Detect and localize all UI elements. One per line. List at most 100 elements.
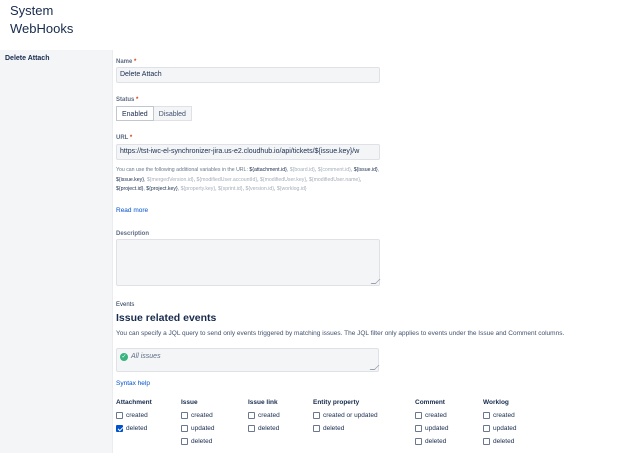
page-title: System WebHooks — [10, 2, 73, 38]
checkbox[interactable] — [248, 412, 255, 419]
column-title: Issue link — [248, 399, 278, 406]
url-variable: ${comment.id} — [317, 167, 351, 173]
url-input[interactable]: https://tst-iwc-el-synchronizer-jira.us-… — [116, 144, 380, 160]
status-disabled-button[interactable]: Disabled — [153, 106, 192, 121]
checkbox[interactable] — [181, 412, 188, 419]
event-checkbox-row[interactable]: created — [248, 409, 280, 422]
name-label-text: Name — [116, 59, 133, 65]
checkbox[interactable] — [483, 412, 490, 419]
event-column-comment: Comment created updated deleted — [415, 399, 449, 448]
url-label: URL * — [116, 135, 132, 141]
event-checkbox-row[interactable]: updated — [181, 422, 215, 435]
event-column-entity-property: Entity property created or updated delet… — [313, 399, 378, 435]
event-checkbox-row[interactable]: created or updated — [313, 409, 378, 422]
column-title: Comment — [415, 399, 445, 406]
name-required-marker: * — [134, 59, 137, 65]
event-checkbox-row[interactable]: created — [415, 409, 449, 422]
checkbox[interactable] — [415, 412, 422, 419]
checkbox-label: updated — [191, 425, 215, 432]
checkbox[interactable] — [313, 412, 320, 419]
event-checkbox-row[interactable]: updated — [415, 422, 449, 435]
checkbox-label: deleted — [425, 438, 447, 445]
checkbox[interactable] — [248, 425, 255, 432]
resize-handle-icon[interactable] — [369, 365, 380, 370]
event-checkbox-row[interactable]: updated — [483, 422, 517, 435]
checkbox-label: deleted — [323, 425, 345, 432]
url-variable: ${modifiedUser.key} — [259, 176, 307, 183]
checkbox[interactable] — [313, 425, 320, 432]
sidebar: Delete Attach — [0, 50, 113, 453]
event-checkbox-row[interactable]: deleted — [116, 422, 152, 435]
read-more-link[interactable]: Read more — [116, 207, 148, 214]
url-variable: ${project.key} — [146, 186, 178, 192]
jql-value: All issues — [131, 353, 161, 360]
checkbox[interactable] — [181, 438, 188, 445]
event-checkbox-row[interactable]: created — [483, 409, 517, 422]
url-help-text: You can use the following additional var… — [116, 167, 380, 192]
event-checkbox-row[interactable]: created — [116, 409, 152, 422]
checkbox-label: created or updated — [323, 412, 378, 419]
status-toggle: Enabled Disabled — [116, 106, 192, 121]
status-label-text: Status — [116, 97, 135, 103]
status-enabled-button[interactable]: Enabled — [116, 106, 154, 121]
event-checkbox-row[interactable]: created — [181, 409, 215, 422]
name-label: Name * — [116, 59, 136, 65]
url-variable: ${issue.id} — [353, 167, 378, 173]
url-variable: ${modifiedUser.accountId} — [196, 176, 258, 183]
checkbox-label: created — [191, 412, 213, 419]
checkbox-label: deleted — [126, 425, 148, 432]
issue-events-heading: Issue related events — [116, 312, 217, 324]
checkbox[interactable] — [483, 425, 490, 432]
checkbox-label: updated — [425, 425, 449, 432]
event-checkbox-row[interactable]: deleted — [415, 435, 449, 448]
event-checkbox-row[interactable]: deleted — [181, 435, 215, 448]
checkbox-label: deleted — [258, 425, 280, 432]
description-textarea[interactable] — [116, 239, 381, 286]
checkbox-label: deleted — [493, 438, 515, 445]
column-title: Worklog — [483, 399, 509, 406]
event-column-issue: Issue created updated deleted — [181, 399, 215, 448]
checkbox[interactable] — [415, 425, 422, 432]
checkbox-label: created — [425, 412, 447, 419]
checkbox[interactable] — [116, 412, 123, 419]
column-title: Issue — [181, 399, 198, 406]
jql-filter-input[interactable]: ✓ All issues — [116, 348, 380, 372]
checkbox-label: updated — [493, 425, 517, 432]
column-title: Attachment — [116, 399, 152, 406]
url-variable: ${modifiedUser.name} — [308, 176, 361, 183]
event-column-issue-link: Issue link created deleted — [248, 399, 280, 435]
url-help-intro: You can use the following additional var… — [116, 167, 250, 173]
event-column-attachment: Attachment created deleted — [116, 399, 152, 435]
checkbox[interactable] — [181, 425, 188, 432]
jql-description: You can specify a JQL query to send only… — [116, 330, 565, 337]
url-variable: ${version.id} — [245, 186, 274, 192]
resize-handle-icon[interactable] — [370, 279, 381, 284]
url-label-text: URL — [116, 135, 129, 141]
event-checkbox-row[interactable]: deleted — [483, 435, 517, 448]
url-variable: ${mergedVersion.id} — [146, 176, 194, 183]
check-circle-icon: ✓ — [120, 353, 128, 361]
checkbox[interactable] — [483, 438, 490, 445]
page-title-line2: WebHooks — [10, 21, 74, 36]
column-title: Entity property — [313, 399, 360, 406]
url-variable: ${board.id} — [289, 167, 315, 173]
checkbox-checked[interactable] — [116, 425, 123, 432]
sidebar-item-delete-attach[interactable]: Delete Attach — [5, 55, 49, 62]
url-variable: ${property.key} — [180, 186, 216, 192]
page-title-line1: System — [10, 3, 54, 18]
url-variable: ${worklog.id} — [276, 186, 307, 192]
event-checkbox-row[interactable]: deleted — [313, 422, 378, 435]
syntax-help-link[interactable]: Syntax help — [116, 380, 150, 387]
url-variable: ${project.id} — [116, 186, 144, 192]
checkbox-label: created — [258, 412, 280, 419]
event-column-worklog: Worklog created updated deleted — [483, 399, 517, 448]
checkbox-label: deleted — [191, 438, 213, 445]
event-checkbox-row[interactable]: deleted — [248, 422, 280, 435]
status-required-marker: * — [136, 97, 139, 103]
checkbox[interactable] — [415, 438, 422, 445]
name-input[interactable]: Delete Attach — [116, 67, 380, 83]
events-label: Events — [116, 302, 135, 308]
checkbox-label: created — [493, 412, 515, 419]
url-variable: ${attachment.id} — [249, 167, 287, 173]
description-label: Description — [116, 231, 150, 237]
